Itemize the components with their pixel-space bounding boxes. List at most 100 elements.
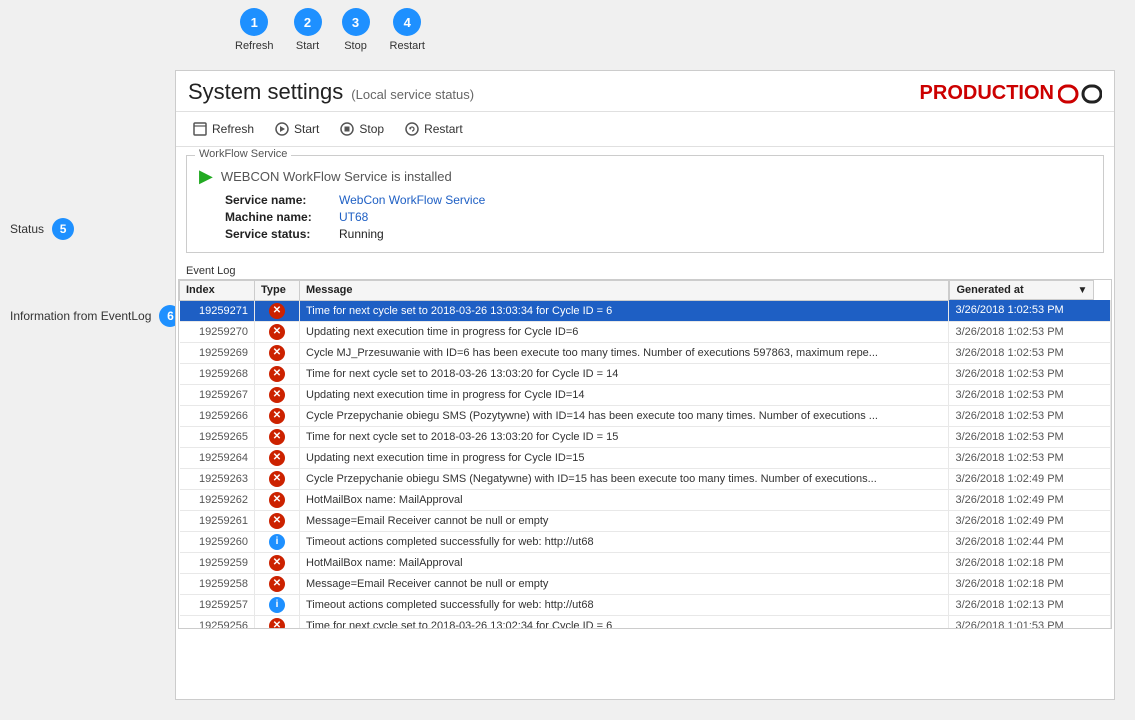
table-row[interactable]: 19259266✕Cycle Przepychanie obiegu SMS (… [180,405,1111,426]
cell-message: Time for next cycle set to 2018-03-26 13… [300,426,949,447]
table-row[interactable]: 19259268✕Time for next cycle set to 2018… [180,363,1111,384]
cell-index: 19259271 [180,300,255,321]
cell-message: Time for next cycle set to 2018-03-26 13… [300,615,949,629]
cell-message: Updating next execution time in progress… [300,447,949,468]
cell-message: Time for next cycle set to 2018-03-26 13… [300,363,949,384]
cell-message: Cycle MJ_Przesuwanie with ID=6 has been … [300,342,949,363]
refresh-icon [192,121,208,137]
status-badge: 5 [52,218,74,240]
panel-header: System settings (Local service status) P… [176,71,1114,112]
stop-icon [339,121,355,137]
error-icon: ✕ [269,324,285,340]
cell-type: ✕ [255,615,300,629]
eventlog-label: Information from EventLog 6 [10,305,181,327]
restart-badge: 4 [393,8,421,36]
table-row[interactable]: 19259267✕Updating next execution time in… [180,384,1111,405]
cell-date: 3/26/2018 1:02:49 PM [949,510,1111,531]
production-label: PRODUCTION [920,82,1054,105]
start-btn-label: Start [294,122,319,136]
table-row[interactable]: 19259257iTimeout actions completed succe… [180,594,1111,615]
cell-index: 19259256 [180,615,255,629]
stop-btn-label: Stop [359,122,384,136]
refresh-icon-button[interactable]: 1 Refresh [235,8,274,52]
restart-button[interactable]: Restart [396,118,471,140]
cell-date: 3/26/2018 1:02:53 PM [949,447,1111,468]
refresh-button[interactable]: Refresh [184,118,262,140]
start-icon-button[interactable]: 2 Start [294,8,322,52]
wf-machine-name-label: Machine name: [225,210,335,224]
table-row[interactable]: 19259259✕HotMailBox name: MailApproval3/… [180,552,1111,573]
cell-index: 19259266 [180,405,255,426]
table-row[interactable]: 19259264 ✕ Updating next execution time in… [180,447,1111,468]
error-icon: ✕ [269,450,285,466]
cell-type: ✕ [255,342,300,363]
col-type[interactable]: Type [255,280,300,300]
cell-date: 3/26/2018 1:02:53 PM [949,384,1111,405]
icon-toolbar-area: 1 Refresh 2 Start 3 Stop 4 Restart [175,0,425,56]
table-row[interactable]: 19259265✕Time for next cycle set to 2018… [180,426,1111,447]
restart-label: Restart [390,40,425,52]
error-icon: ✕ [269,555,285,571]
error-icon: ✕ [269,345,285,361]
error-icon: ✕ [269,618,285,629]
col-generated-at[interactable]: Generated at ▼ [949,280,1094,300]
cell-date: 3/26/2018 1:02:53 PM [949,321,1111,342]
wf-service-status-label: Service status: [225,227,335,241]
cell-type: ✕ [255,447,300,468]
start-button[interactable]: Start [266,118,327,140]
page-subtitle: (Local service status) [351,87,474,102]
col-message[interactable]: Message [300,280,949,300]
stop-icon-button[interactable]: 3 Stop [342,8,370,52]
cell-index: 19259270 [180,321,255,342]
start-badge: 2 [294,8,322,36]
cell-date: 3/26/2018 1:02:53 PM [949,300,1111,321]
refresh-btn-label: Refresh [212,122,254,136]
cell-type: ✕ [255,552,300,573]
restart-icon-button[interactable]: 4 Restart [390,8,425,52]
stop-button[interactable]: Stop [331,118,392,140]
wf-machine-name-value: UT68 [339,210,368,224]
cell-index: 19259268 [180,363,255,384]
table-row[interactable]: 19259261✕Message=Email Receiver cannot b… [180,510,1111,531]
table-row[interactable]: 19259256 ✕ Time for next cycle set to 2018… [180,615,1111,629]
stop-badge: 3 [342,8,370,36]
table-row[interactable]: 19259260iTimeout actions completed succe… [180,531,1111,552]
error-icon: ✕ [269,513,285,529]
table-row[interactable]: 19259271✕Time for next cycle set to 2018… [180,300,1111,321]
wf-status-row: ▶ WEBCON WorkFlow Service is installed [195,160,1095,193]
table-row[interactable]: 19259270 ✕ Updating next execution time in… [180,321,1111,342]
cell-message: Message=Email Receiver cannot be null or… [300,510,949,531]
col-index[interactable]: Index [180,280,255,300]
cell-index: 19259258 [180,573,255,594]
cell-index: 19259257 [180,594,255,615]
cell-index: 19259263 [180,468,255,489]
cell-date: 3/26/2018 1:02:53 PM [949,405,1111,426]
table-row[interactable]: 19259269✕Cycle MJ_Przesuwanie with ID=6 … [180,342,1111,363]
sort-chevron-icon[interactable]: ▼ [1078,285,1088,296]
wf-section-label: WorkFlow Service [195,148,291,160]
cell-date: 3/26/2018 1:02:44 PM [949,531,1111,552]
cell-message: Updating next execution time in progress… [300,321,949,342]
table-row[interactable]: 19259258✕Message=Email Receiver cannot b… [180,573,1111,594]
error-icon: ✕ [269,429,285,445]
production-logo-icon [1058,81,1102,107]
start-icon [274,121,290,137]
cell-message: HotMailBox name: MailApproval [300,552,949,573]
cell-date: 3/26/2018 1:02:49 PM [949,489,1111,510]
cell-message: Time for next cycle set to 2018-03-26 13… [300,300,949,321]
cell-index: 19259264 [180,447,255,468]
cell-date: 3/26/2018 1:02:13 PM [949,594,1111,615]
restart-btn-label: Restart [424,122,463,136]
event-log-table-wrapper[interactable]: Index Type Message Generated at ▼ 192592… [178,279,1112,629]
cell-type: ✕ [255,573,300,594]
table-row[interactable]: 19259262✕HotMailBox name: MailApproval3/… [180,489,1111,510]
cell-type: ✕ [255,489,300,510]
play-icon: ▶ [199,166,213,187]
stop-label: Stop [344,40,367,52]
col-generated-at-label: Generated at [956,284,1023,296]
cell-message: Cycle Przepychanie obiegu SMS (Negatywne… [300,468,949,489]
cell-message: Timeout actions completed successfully f… [300,594,949,615]
cell-index: 19259259 [180,552,255,573]
restart-icon [404,121,420,137]
table-row[interactable]: 19259263✕Cycle Przepychanie obiegu SMS (… [180,468,1111,489]
